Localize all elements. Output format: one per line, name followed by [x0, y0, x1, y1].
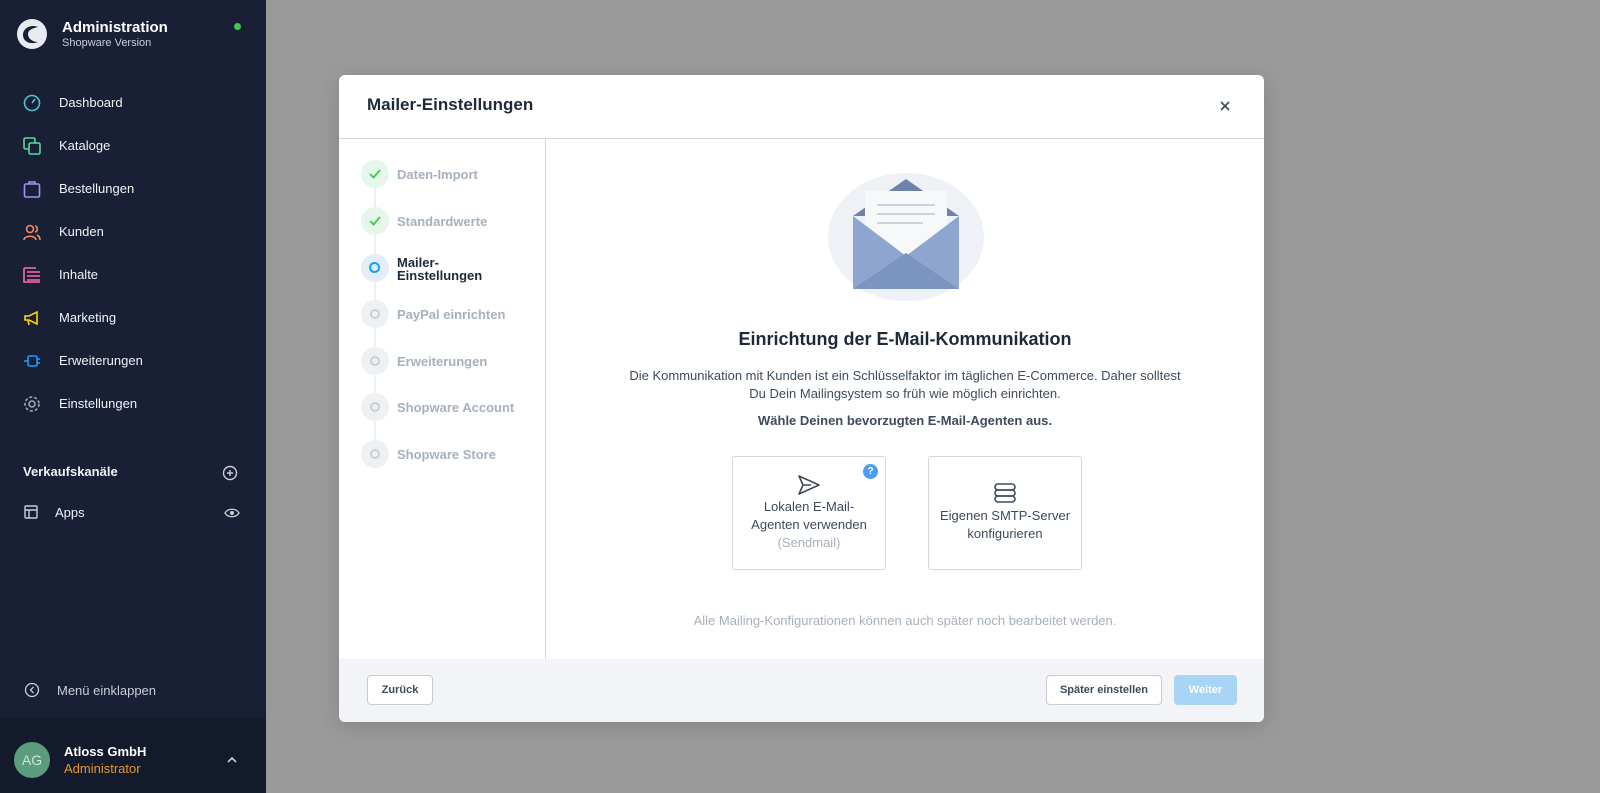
collapse-menu-icon [24, 682, 40, 698]
apps-icon [24, 505, 38, 519]
dashboard-icon [23, 94, 41, 112]
sidebar-item-dashboard[interactable]: Dashboard [0, 83, 266, 123]
step-label: PayPal einrichten [397, 307, 506, 322]
local-mail-agent-option[interactable]: ? Lokalen E-Mail-Agenten verwenden (Send… [732, 456, 886, 570]
user-bar[interactable]: AG Atloss GmbH Administrator [0, 718, 266, 793]
customers-icon [23, 224, 41, 241]
step-label: Erweiterungen [397, 354, 488, 369]
sidebar-item-extensions[interactable]: Erweiterungen [0, 341, 266, 381]
modal-footer: Zurück Später einstellen Weiter [339, 659, 1264, 722]
send-icon [798, 475, 820, 495]
sidebar-item-label: Bestellungen [59, 181, 135, 196]
smtp-server-option[interactable]: Eigenen SMTP-Server konfigurieren [928, 456, 1082, 570]
user-role: Administrator [64, 761, 141, 776]
chevron-up-icon[interactable] [226, 754, 238, 766]
step-data-import: Daten-Import [361, 160, 541, 190]
step-paypal: PayPal einrichten [361, 300, 541, 330]
step-indicator [361, 347, 389, 375]
step-indicator [361, 440, 389, 468]
status-dot [234, 23, 241, 30]
close-icon[interactable] [1218, 99, 1232, 113]
step-label: Shopware Account [397, 400, 515, 415]
next-button[interactable]: Weiter [1174, 675, 1237, 705]
help-badge[interactable]: ? [863, 464, 878, 479]
section-description: Die Kommunikation mit Kunden ist ein Sch… [629, 368, 1181, 401]
eye-icon[interactable] [224, 507, 240, 519]
sidebar-item-catalog[interactable]: Kataloge [0, 126, 266, 166]
sidebar-item-marketing[interactable]: Marketing [0, 298, 266, 338]
step-indicator [361, 393, 389, 421]
marketing-icon [24, 310, 38, 326]
collapse-menu-button[interactable]: Menü einklappen [57, 683, 156, 698]
step-indicator [361, 300, 389, 328]
envelope-illustration-icon [828, 173, 984, 301]
local-agent-label: Lokalen E-Mail-Agenten verwenden [751, 499, 867, 532]
checkmark-icon [369, 169, 381, 179]
sidebar-item-content[interactable]: Inhalte [0, 255, 266, 295]
orders-icon [23, 181, 41, 198]
avatar: AG [14, 742, 50, 778]
sidebar-item-label: Inhalte [59, 267, 99, 282]
option-label: Lokalen E-Mail-Agenten verwenden (Sendma… [741, 498, 877, 552]
smtp-option-label: Eigenen SMTP-Server konfigurieren [939, 508, 1071, 541]
sidebar: Administration Shopware Version Dashboar… [0, 0, 266, 793]
sidebar-item-orders[interactable]: Bestellungen [0, 169, 266, 209]
step-shopware-store: Shopware Store [361, 440, 541, 470]
add-sales-channel-icon[interactable] [222, 465, 238, 481]
step-label: Standardwerte [397, 214, 488, 229]
step-indicator [361, 207, 389, 235]
sidebar-item-apps[interactable]: Apps [55, 505, 85, 520]
content-icon [23, 267, 40, 283]
server-icon [994, 483, 1016, 503]
app-title: Administration [62, 19, 168, 36]
mailer-settings-modal: Mailer-Einstellungen Daten-Import Standa… [339, 75, 1264, 722]
local-agent-sub: (Sendmail) [777, 535, 841, 550]
sidebar-item-label: Dashboard [59, 95, 123, 110]
sidebar-item-label: Marketing [59, 310, 117, 325]
brand[interactable]: Administration Shopware Version [16, 18, 246, 52]
step-shopware-account: Shopware Account [361, 393, 541, 423]
modal-header: Mailer-Einstellungen [339, 75, 1264, 139]
step-indicator [361, 254, 389, 282]
sidebar-item-label: Kunden [59, 224, 104, 239]
sidebar-item-customers[interactable]: Kunden [0, 212, 266, 252]
step-label: Daten-Import [397, 167, 478, 182]
sidebar-item-label: Einstellungen [59, 396, 138, 411]
section-headline: Einrichtung der E-Mail-Kommunikation [738, 329, 1072, 349]
wizard-steps: Daten-Import Standardwerte Mailer-Einste… [339, 139, 546, 659]
sidebar-item-label: Kataloge [59, 138, 111, 153]
modal-content: Einrichtung der E-Mail-Kommunikation Die… [546, 139, 1264, 659]
modal-title: Mailer-Einstellungen [367, 95, 534, 114]
sidebar-item-settings[interactable]: Einstellungen [0, 384, 266, 424]
back-button[interactable]: Zurück [367, 675, 433, 705]
shopware-logo-icon [17, 19, 47, 49]
step-label: Mailer-Einstellungen [397, 255, 483, 283]
step-indicator [361, 160, 389, 188]
agent-prompt: Wähle Deinen bevorzugten E-Mail-Agenten … [758, 413, 1052, 428]
extensions-icon [24, 355, 40, 367]
user-name: Atloss GmbH [64, 744, 147, 759]
sidebar-item-label: Erweiterungen [59, 353, 143, 368]
app-version: Shopware Version [62, 37, 152, 49]
catalog-icon [23, 137, 41, 155]
checkmark-icon [369, 216, 381, 226]
step-mailer-settings: Mailer-Einstellungen [361, 254, 541, 284]
step-extensions: Erweiterungen [361, 347, 541, 377]
configure-later-button[interactable]: Später einstellen [1046, 675, 1162, 705]
step-label: Shopware Store [397, 447, 496, 462]
settings-icon [24, 396, 40, 412]
step-defaults: Standardwerte [361, 207, 541, 237]
sales-channels-heading: Verkaufskanäle [23, 464, 118, 479]
footnote: Alle Mailing-Konfigurationen können auch… [693, 613, 1117, 628]
